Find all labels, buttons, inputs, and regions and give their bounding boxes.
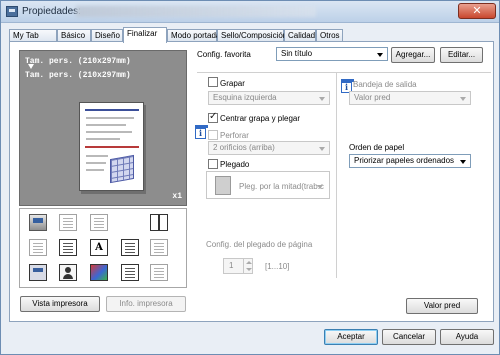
fold-page-stepper[interactable]: [243, 259, 252, 273]
account-track-icon[interactable]: [29, 264, 47, 281]
paper-preview-icon: [79, 102, 144, 191]
information-icon: i: [195, 125, 208, 139]
output-tray-label: Bandeja de salida: [353, 80, 417, 89]
column-divider: [336, 72, 337, 278]
color-mode-icon[interactable]: [90, 264, 108, 281]
printer-app-icon: [6, 6, 18, 17]
text-line-5: [86, 155, 108, 157]
blurred-title-area: [76, 6, 316, 17]
tab-otros-label: Otros: [320, 31, 340, 40]
text-line-6: [86, 162, 106, 164]
fold-label: Plegado: [220, 160, 250, 169]
paper-order-value: Priorizar papeles ordenados: [354, 156, 455, 165]
collate-icon[interactable]: [59, 239, 77, 256]
chevron-down-icon: [460, 97, 466, 101]
page-graphic-icon: [110, 154, 134, 184]
printer-view-button[interactable]: Vista impresora: [20, 296, 100, 312]
punch-holes-select[interactable]: 2 orificios (arriba): [208, 141, 330, 155]
function-icon-grid: A: [19, 208, 187, 288]
window-title: Propiedades:: [22, 6, 81, 17]
duplicate-document-icon[interactable]: [90, 214, 108, 231]
text-line-3: [86, 131, 132, 133]
staple-position-select[interactable]: Esquina izquierda: [208, 91, 330, 105]
help-button[interactable]: Ayuda: [440, 329, 494, 345]
fold-icon: [215, 176, 231, 195]
tab-modo-portada-label: Modo portada: [171, 31, 221, 40]
accept-button[interactable]: Aceptar: [324, 329, 378, 345]
punch-holes-value: 2 orificios (arriba): [213, 143, 275, 152]
printer-settings-icon[interactable]: [29, 214, 47, 231]
output-tray-select[interactable]: Valor pred: [349, 91, 471, 105]
favorite-config-label: Config. favorita: [197, 50, 251, 59]
fold-mode-value: Pleg. por la mitad(trab.c: [239, 182, 324, 191]
staple-checkbox[interactable]: [208, 77, 218, 87]
chevron-down-icon: [319, 97, 325, 101]
fold-page-range-label: [1...10]: [265, 262, 290, 271]
print-preview: Tam. pers. (210x297mm) Tam. pers. (210x2…: [19, 50, 187, 206]
tab-my-tab-label: My Tab: [13, 31, 39, 40]
title-bar: Propiedades: ✕: [1, 1, 499, 23]
chevron-up-icon[interactable]: [246, 261, 252, 264]
red-center-line: [85, 146, 139, 148]
down-arrow-icon: [28, 64, 34, 69]
paper-order-label: Orden de papel: [349, 143, 405, 152]
fold-page-count-value: 1: [229, 261, 234, 270]
image-overlay-icon[interactable]: [150, 239, 168, 256]
staple-label: Grapar: [220, 79, 245, 88]
text-line-1: [86, 117, 134, 119]
chevron-down-icon: [319, 147, 325, 151]
page-settings-icon[interactable]: [121, 264, 139, 281]
favorite-config-value: Sin título: [281, 49, 313, 58]
document-icon[interactable]: [59, 214, 77, 231]
fold-checkbox[interactable]: [208, 159, 218, 169]
preview-original-size: Tam. pers. (210x297mm): [25, 71, 131, 80]
printer-info-button[interactable]: Info. impresora: [106, 296, 186, 312]
punch-label: Perforar: [220, 131, 249, 140]
text-line-4: [86, 138, 120, 140]
close-button[interactable]: ✕: [458, 3, 496, 19]
chevron-down-icon[interactable]: [246, 268, 252, 271]
tab-finalizar[interactable]: Finalizar: [123, 27, 167, 43]
default-values-button[interactable]: Valor pred: [406, 298, 478, 314]
stacked-pages-icon[interactable]: [29, 239, 47, 256]
header-footer-icon[interactable]: [121, 239, 139, 256]
add-favorite-button[interactable]: Agregar...: [391, 47, 435, 63]
text-line-7: [86, 169, 104, 171]
edit-favorite-button[interactable]: Editar...: [440, 47, 483, 63]
book-icon[interactable]: [150, 214, 168, 231]
favorite-config-select[interactable]: Sin título: [276, 47, 388, 61]
tab-sello-composicion-label: Sello/Composición: [221, 31, 288, 40]
blue-edge-line: [85, 109, 139, 111]
user-auth-icon[interactable]: [59, 264, 77, 281]
cancel-button[interactable]: Cancelar: [382, 329, 436, 345]
paper-order-select[interactable]: Priorizar papeles ordenados: [349, 154, 471, 168]
preview-output-size: Tam. pers. (210x297mm): [25, 57, 131, 66]
properties-window: Propiedades: ✕ My Tab Básico Diseño Fina…: [0, 0, 500, 355]
fold-page-settings-label: Config. del plegado de página: [206, 240, 313, 249]
text-line-2: [86, 124, 126, 126]
output-tray-value: Valor pred: [354, 93, 391, 102]
copies-count: x1: [172, 192, 182, 201]
center-staple-checkbox[interactable]: [208, 111, 218, 123]
tab-calidad-label: Calidad: [288, 31, 316, 40]
document-list-icon[interactable]: [150, 264, 168, 281]
chevron-down-icon: [377, 53, 383, 57]
chevron-down-icon: [460, 160, 466, 164]
punch-checkbox[interactable]: [208, 130, 218, 140]
tab-basico-label: Básico: [61, 31, 86, 40]
staple-position-value: Esquina izquierda: [213, 93, 277, 102]
chevron-down-icon: [317, 185, 323, 189]
watermark-a-icon[interactable]: A: [90, 239, 108, 256]
tab-finalizar-label: Finalizar: [127, 29, 158, 38]
tab-diseno-label: Diseño: [95, 31, 120, 40]
center-staple-label: Centrar grapa y plegar: [220, 114, 301, 123]
settings-divider: [197, 72, 491, 73]
